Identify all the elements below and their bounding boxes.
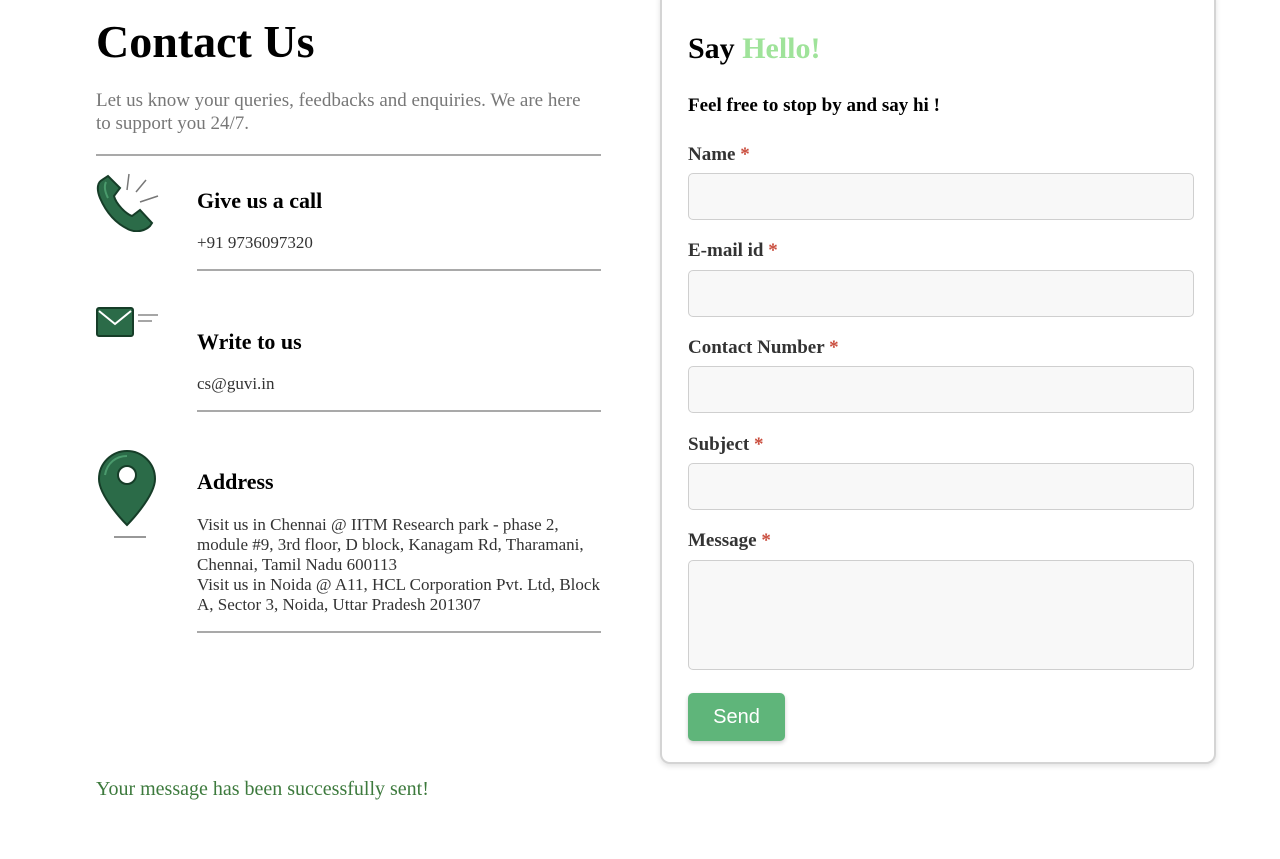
- name-label: Name *: [688, 144, 750, 166]
- required-mark: *: [761, 530, 771, 551]
- subject-label: Subject *: [688, 434, 763, 456]
- message-label-text: Message: [688, 530, 757, 551]
- address-chennai: Visit us in Chennai @ IITM Research park…: [197, 515, 584, 574]
- divider: [197, 269, 601, 271]
- contact-number-label-text: Contact Number: [688, 337, 825, 358]
- phone-icon: [96, 166, 160, 237]
- mail-heading: Write to us: [197, 329, 302, 354]
- subject-input[interactable]: [688, 463, 1194, 510]
- contact-page: Contact Us Let us know your queries, fee…: [0, 0, 1280, 859]
- send-button[interactable]: Send: [688, 693, 785, 741]
- email-label: E-mail id *: [688, 240, 778, 262]
- required-mark: *: [740, 144, 750, 165]
- page-title: Contact Us: [96, 16, 315, 67]
- contact-address-block: Address Visit us in Chennai @ IITM Resea…: [96, 440, 601, 640]
- contact-mail-block: Write to us cs@guvi.in: [96, 300, 601, 415]
- divider: [96, 154, 601, 156]
- phone-number: +91 9736097320: [197, 233, 313, 252]
- name-input[interactable]: [688, 173, 1194, 220]
- address-noida: Visit us in Noida @ A11, HCL Corporation…: [197, 575, 600, 614]
- name-label-text: Name: [688, 144, 736, 165]
- call-heading: Give us a call: [197, 188, 323, 213]
- location-pin-icon: [96, 449, 160, 546]
- address-heading: Address: [197, 469, 274, 494]
- form-subtitle: Feel free to stop by and say hi !: [688, 95, 940, 116]
- message-textarea[interactable]: [688, 560, 1194, 670]
- form-title-accent: Hello!: [742, 32, 821, 65]
- success-message: Your message has been successfully sent!: [96, 778, 429, 800]
- address-text: Visit us in Chennai @ IITM Research park…: [197, 515, 601, 615]
- divider: [197, 631, 601, 633]
- form-title: Say Hello!: [688, 32, 821, 66]
- subject-label-text: Subject: [688, 434, 750, 455]
- required-mark: *: [829, 337, 839, 358]
- email-label-text: E-mail id: [688, 240, 764, 261]
- divider: [197, 410, 601, 412]
- form-title-prefix: Say: [688, 32, 743, 65]
- intro-text: Let us know your queries, feedbacks and …: [96, 90, 581, 134]
- email-input[interactable]: [688, 270, 1194, 317]
- required-mark: *: [768, 240, 778, 261]
- mail-icon: [96, 307, 160, 344]
- contact-form-card: Say Hello! Feel free to stop by and say …: [660, 0, 1216, 764]
- email-address: cs@guvi.in: [197, 374, 275, 393]
- contact-number-label: Contact Number *: [688, 337, 839, 359]
- contact-call-block: Give us a call +91 9736097320: [96, 160, 601, 275]
- required-mark: *: [753, 434, 764, 455]
- message-label: Message *: [688, 530, 771, 552]
- contact-number-input[interactable]: [688, 366, 1194, 413]
